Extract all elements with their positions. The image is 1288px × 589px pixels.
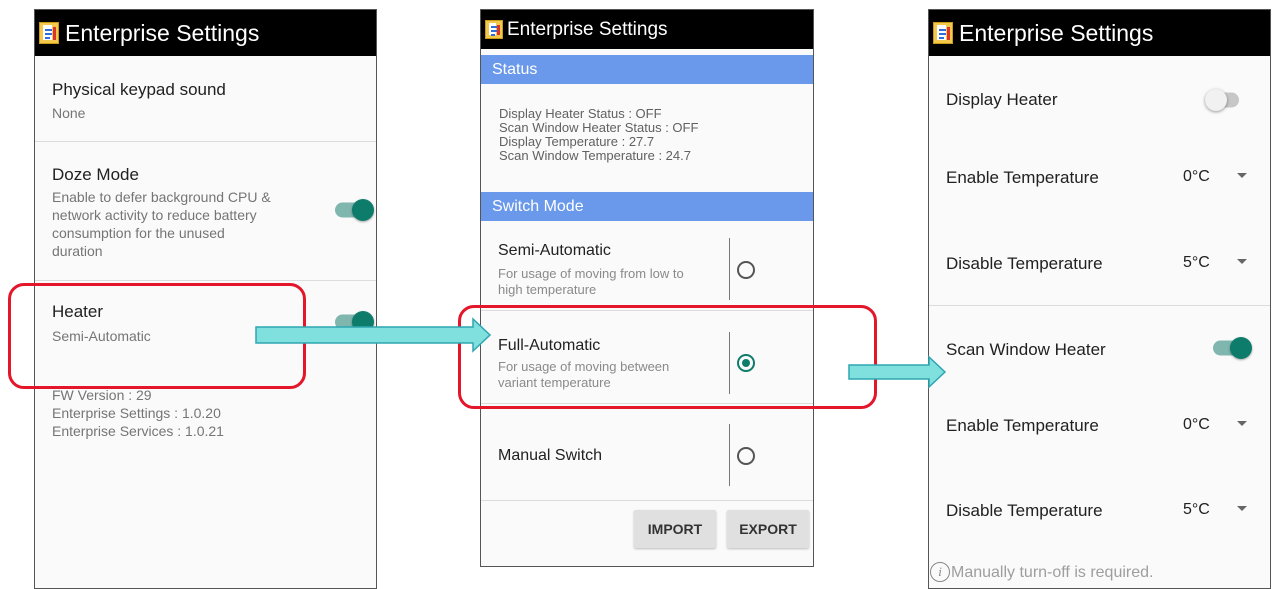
separator — [729, 238, 730, 300]
disable-temperature-label: Disable Temperature — [946, 501, 1103, 520]
doze-mode-desc-line: Enable to defer background CPU & — [52, 189, 271, 205]
export-button[interactable]: EXPORT — [727, 510, 809, 548]
separator — [729, 424, 730, 486]
mode-title: Semi-Automatic — [498, 242, 611, 259]
keypad-sound-value: None — [52, 105, 86, 121]
doze-mode-desc-line: network activity to reduce battery — [52, 207, 257, 223]
status-line: Scan Window Temperature : 24.7 — [499, 148, 691, 163]
screen-right: Enterprise Settings Display Heater Enabl… — [928, 9, 1271, 589]
enable-temperature-value: 0°C — [1183, 168, 1210, 185]
doze-mode-title: Doze Mode — [52, 165, 139, 184]
app-title: Enterprise Settings — [959, 19, 1154, 46]
disable-temperature-value: 5°C — [1183, 254, 1210, 271]
display-heater-toggle[interactable] — [1205, 88, 1245, 112]
full-automatic-highlight-frame — [458, 305, 877, 409]
divider — [929, 305, 1270, 306]
enterprise-settings-app-icon — [933, 22, 953, 44]
doze-mode-desc-line: consumption for the unused — [52, 225, 225, 241]
status-section-header: Status — [481, 55, 813, 84]
enable-temperature-label: Enable Temperature — [946, 416, 1099, 435]
app-title: Enterprise Settings — [507, 18, 668, 40]
doze-mode-desc-line: duration — [52, 243, 103, 259]
heater-toggle[interactable] — [335, 310, 375, 334]
import-button[interactable]: IMPORT — [634, 510, 716, 548]
fw-version: FW Version : 29 — [52, 387, 152, 403]
divider — [481, 500, 813, 501]
heater-highlight-frame — [8, 283, 306, 389]
dropdown-arrow-icon — [1237, 173, 1247, 178]
settings-version: Enterprise Settings : 1.0.20 — [52, 405, 221, 421]
switch-mode-section-header: Switch Mode — [481, 192, 813, 221]
status-line: Display Temperature : 27.7 — [499, 134, 655, 149]
scan-window-heater-toggle[interactable] — [1213, 336, 1253, 360]
dropdown-arrow-icon — [1237, 421, 1247, 426]
doze-mode-toggle[interactable] — [335, 198, 375, 222]
manual-switch-radio[interactable] — [737, 447, 755, 465]
disable-temperature-label: Disable Temperature — [946, 254, 1103, 273]
status-line: Scan Window Heater Status : OFF — [499, 120, 699, 135]
title-bar: Enterprise Settings — [481, 10, 813, 49]
mode-title: Manual Switch — [498, 447, 603, 464]
info-icon: i — [930, 562, 950, 582]
enterprise-settings-app-icon — [485, 20, 503, 39]
enable-temperature-value: 0°C — [1183, 416, 1210, 433]
title-bar: Enterprise Settings — [35, 10, 376, 56]
title-bar: Enterprise Settings — [929, 10, 1270, 56]
mode-desc-line: For usage of moving from low to — [498, 266, 684, 281]
status-line: Display Heater Status : OFF — [499, 106, 662, 121]
services-version: Enterprise Services : 1.0.21 — [52, 423, 224, 439]
display-heater-label: Display Heater — [946, 90, 1058, 109]
dropdown-arrow-icon — [1237, 259, 1247, 264]
mode-desc-line: high temperature — [498, 282, 597, 297]
disable-temperature-value: 5°C — [1183, 501, 1210, 518]
enterprise-settings-app-icon — [39, 22, 59, 44]
manual-turn-off-note: Manually turn-off is required. — [951, 564, 1154, 581]
divider — [35, 280, 376, 281]
screen-middle: Enterprise Settings Status Display Heate… — [480, 9, 814, 567]
semi-automatic-radio[interactable] — [737, 261, 755, 279]
keypad-sound-title: Physical keypad sound — [52, 80, 226, 99]
divider — [35, 141, 376, 142]
app-title: Enterprise Settings — [65, 19, 260, 46]
enable-temperature-label: Enable Temperature — [946, 168, 1099, 187]
dropdown-arrow-icon — [1237, 506, 1247, 511]
scan-window-heater-label: Scan Window Heater — [946, 340, 1106, 359]
